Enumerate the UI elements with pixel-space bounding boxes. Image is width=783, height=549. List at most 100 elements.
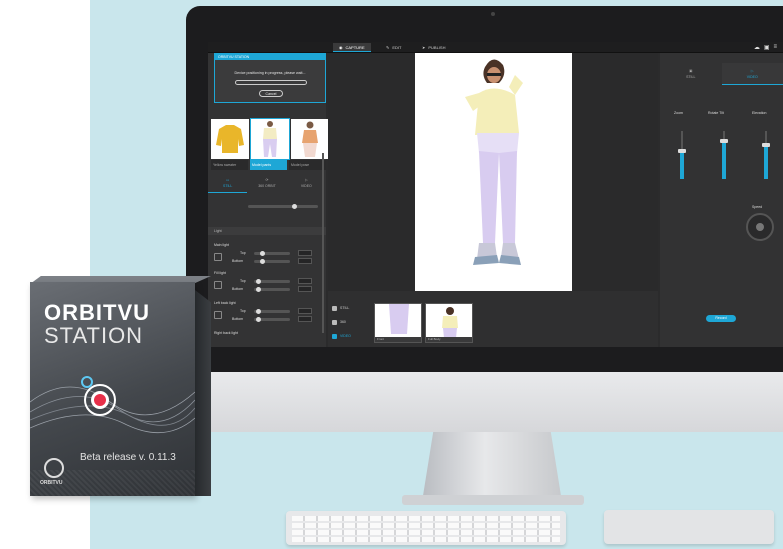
fill-bottom-slider[interactable]	[254, 287, 290, 292]
value-box[interactable]	[298, 250, 312, 256]
title-bar: ◉ CAPTURE ✎ EDIT ➤ PUBLISH ☁ ▣ ≡	[208, 42, 783, 53]
model-pants-image	[263, 121, 277, 157]
frame-image	[389, 304, 409, 334]
frame-image	[442, 307, 458, 338]
list-item[interactable]: VIDEO	[328, 329, 368, 343]
tab-capture[interactable]: ◉ CAPTURE	[333, 43, 371, 52]
cancel-button[interactable]: Cancel	[259, 90, 283, 97]
value-box[interactable]	[298, 258, 312, 264]
thumbnail-label: Model pose	[289, 160, 326, 170]
box-logo-text: ORBITVU	[40, 480, 63, 486]
tab-right-video[interactable]: ▷ VIDEO	[721, 63, 783, 85]
fill-top-slider[interactable]	[254, 279, 290, 284]
scrollbar[interactable]	[322, 153, 324, 333]
thumbnail[interactable]	[250, 118, 290, 160]
still-icon	[332, 305, 337, 311]
model-photo	[415, 53, 572, 291]
bottom-label: Bottom	[232, 259, 244, 263]
orbit-icon: ⟳	[265, 178, 269, 182]
value-box[interactable]	[298, 286, 312, 292]
dialog-message: Device positioning in progress, please w…	[234, 71, 306, 75]
window-controls: ☁ ▣ ≡	[754, 44, 777, 51]
progress-bar	[235, 80, 307, 85]
video-icon: ▷	[304, 178, 308, 182]
column-label: Zoom	[674, 111, 683, 115]
exposure-slider[interactable]	[248, 204, 318, 209]
speed-label: Speed	[752, 205, 763, 209]
menu-icon[interactable]: ≡	[773, 44, 777, 51]
speed-dial[interactable]	[746, 213, 774, 241]
monitor-base	[402, 495, 584, 505]
yellow-sweater-image	[216, 125, 244, 153]
film-strip: STILL 360 VIDEO Front Full Body	[328, 291, 658, 347]
edit-icon: ✎	[386, 45, 390, 50]
zoom-slider[interactable]	[672, 123, 692, 183]
keyboard	[286, 511, 566, 545]
tab-still[interactable]: ▭ STILL	[208, 173, 248, 193]
orbitvu-logo-icon	[44, 458, 64, 478]
top-label: Top	[240, 279, 246, 283]
top-label: Top	[240, 309, 246, 313]
light-section-header[interactable]: Light	[208, 227, 326, 235]
bottom-label: Bottom	[232, 287, 244, 291]
thumbnail-label: Model pants	[250, 160, 287, 170]
light-icon	[214, 311, 222, 319]
right-tabs: ▣ STILL ▷ VIDEO	[660, 63, 783, 85]
video-icon: ▷	[750, 68, 754, 73]
webcam-dot	[491, 12, 495, 16]
camera-icon: ◉	[339, 44, 343, 50]
tab-right-still[interactable]: ▣ STILL	[660, 63, 722, 85]
orbit-icon	[332, 319, 337, 325]
left-panel: ORBITVU STATION Device positioning in pr…	[208, 53, 329, 347]
preview-area	[328, 53, 658, 302]
light-icon	[214, 253, 222, 261]
thumbnail-label: Yellow sweater	[211, 160, 248, 170]
light-group-label: Left back light	[214, 301, 236, 305]
image-icon: ▣	[689, 69, 693, 73]
right-panel: ▣ STILL ▷ VIDEO Zoom Rotate Tilt Elevati…	[660, 53, 783, 347]
monitor-icon: ▭	[226, 177, 230, 182]
app-screen: ◉ CAPTURE ✎ EDIT ➤ PUBLISH ☁ ▣ ≡ ORBITVU…	[208, 42, 783, 347]
leftback-top-slider[interactable]	[254, 309, 290, 314]
bottom-label: Bottom	[232, 317, 244, 321]
box-brand-line2: STATION	[44, 323, 144, 348]
frame-thumbnail[interactable]: Full Body	[425, 303, 473, 343]
list-item[interactable]: 360	[328, 315, 368, 329]
release-version: Beta release v. 0.11.3	[80, 452, 176, 463]
column-label: Elevation	[752, 111, 767, 115]
progress-dialog: ORBITVU STATION Device positioning in pr…	[214, 53, 326, 103]
light-group-label: Right back light	[214, 331, 238, 335]
list-item[interactable]: STILL	[328, 301, 368, 315]
cloud-icon[interactable]: ☁	[754, 44, 760, 51]
tab-video[interactable]: ▷ VIDEO	[287, 173, 326, 193]
elevation-slider[interactable]	[756, 123, 776, 183]
box-side	[195, 290, 211, 496]
capture-type-list: STILL 360 VIDEO	[328, 301, 368, 347]
main-bottom-slider[interactable]	[254, 259, 290, 264]
dialog-title: ORBITVU STATION	[215, 54, 325, 60]
tab-360[interactable]: ⟳ 360 ORBIT	[247, 173, 286, 193]
frame-label: Front	[375, 337, 421, 342]
mode-tabs: ▭ STILL ⟳ 360 ORBIT ▷ VIDEO	[208, 173, 326, 193]
frame-thumbnail[interactable]: Front	[374, 303, 422, 343]
monitor-stand	[422, 432, 562, 502]
main-top-slider[interactable]	[254, 251, 290, 256]
thumbnail-labels: Yellow sweater Model pants Model pose	[211, 160, 326, 170]
value-box[interactable]	[298, 308, 312, 314]
model-illustration	[465, 59, 523, 265]
thumbnail[interactable]	[211, 119, 249, 159]
light-group-label: Fill light	[214, 271, 226, 275]
record-button[interactable]: Record	[706, 315, 736, 322]
tab-publish[interactable]: ➤ PUBLISH	[416, 43, 451, 52]
value-box[interactable]	[298, 316, 312, 322]
trackpad	[604, 510, 774, 544]
leftback-bottom-slider[interactable]	[254, 317, 290, 322]
captured-frames: Front Full Body	[374, 303, 473, 343]
rotate-tilt-slider[interactable]	[714, 123, 734, 183]
send-icon: ➤	[422, 45, 426, 50]
thumbnail-strip	[211, 118, 329, 160]
light-group-label: Main light	[214, 243, 229, 247]
tab-edit[interactable]: ✎ EDIT	[380, 43, 407, 52]
value-box[interactable]	[298, 278, 312, 284]
layout-icon[interactable]: ▣	[764, 44, 770, 51]
